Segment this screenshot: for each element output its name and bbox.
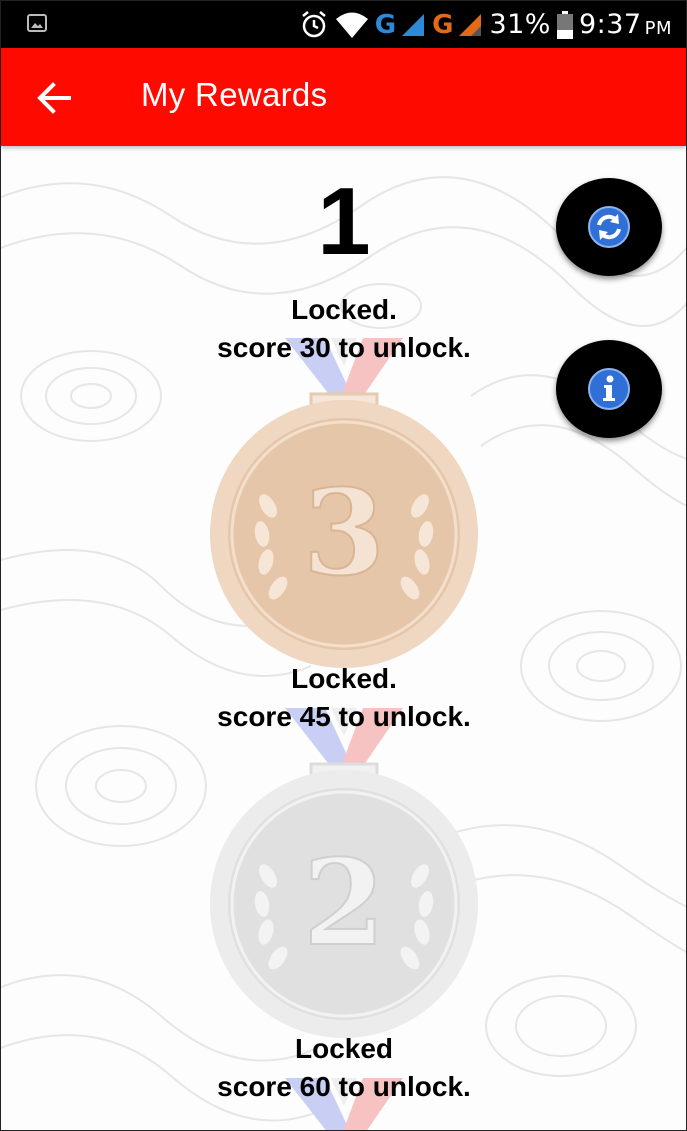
battery-percentage: 31% — [489, 9, 551, 40]
lock-status: Locked — [294, 1033, 394, 1064]
lock-status: Locked. — [291, 294, 397, 325]
refresh-icon — [588, 206, 630, 248]
unlock-requirement: score 60 to unlock. — [217, 1071, 471, 1102]
info-icon — [588, 368, 630, 410]
phone-screen: G G 31% 9:37 PM My Rewards 1 Locked. sco… — [0, 0, 687, 1131]
unlock-requirement: score 30 to unlock. — [217, 332, 471, 363]
refresh-button[interactable] — [556, 178, 662, 276]
status-bar: G G 31% 9:37 PM — [1, 1, 686, 48]
unlock-requirement: score 45 to unlock. — [217, 701, 471, 732]
reward-lock-text-bronze: Locked. score 30 to unlock. — [144, 291, 544, 367]
current-score: 1 — [317, 168, 371, 275]
medal-number-silver: 2 — [303, 833, 385, 972]
alarm-icon — [301, 10, 326, 37]
info-button[interactable] — [556, 340, 662, 438]
gallery-notification-icon — [27, 14, 47, 32]
medal-number-bronze: 3 — [303, 463, 385, 602]
clock-ampm: PM — [644, 18, 672, 39]
silver-medal: 2 — [210, 770, 478, 1038]
lock-status: Locked. — [291, 663, 397, 694]
reward-lock-text-gold: Locked score 60 to unlock. — [144, 1030, 544, 1106]
page-title: My Rewards — [141, 76, 328, 113]
bronze-medal: 3 — [210, 400, 478, 668]
back-button[interactable] — [29, 72, 81, 124]
wifi-icon — [335, 12, 368, 38]
reward-lock-text-silver: Locked. score 45 to unlock. — [144, 660, 544, 736]
app-bar: My Rewards — [1, 48, 686, 146]
network-type-1: G — [374, 9, 397, 40]
network-type-2: G — [432, 9, 454, 40]
signal-icon-1 — [402, 13, 425, 36]
clock: 9:37 — [578, 9, 642, 40]
signal-icon-2 — [459, 13, 482, 36]
rewards-content[interactable]: 1 Locked. score 30 to unlock. 3 Locked. … — [1, 146, 686, 1130]
arrow-back-icon — [37, 82, 71, 114]
battery-icon — [556, 10, 573, 39]
